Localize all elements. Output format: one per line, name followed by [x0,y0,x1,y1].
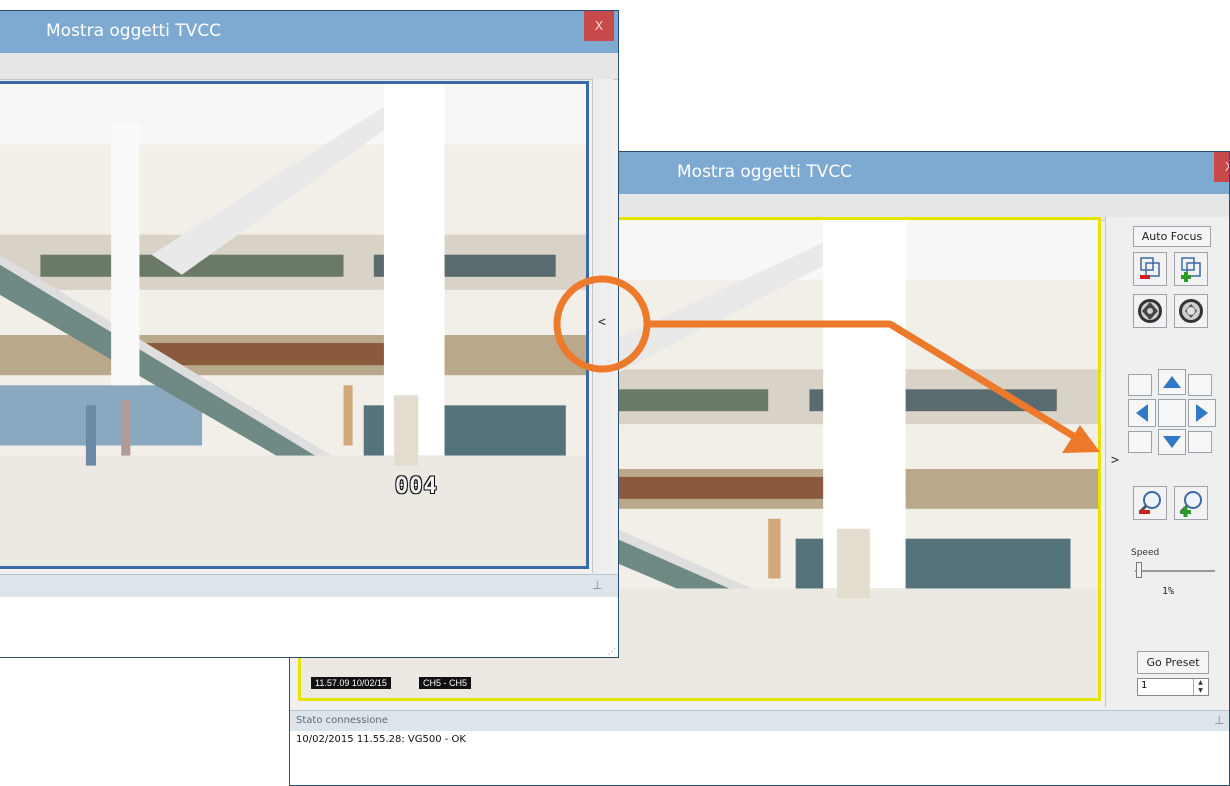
focus-in-button[interactable] [1174,252,1208,286]
iris-close-icon [1138,299,1162,323]
panel-toggle-strip[interactable]: > [1105,217,1126,707]
pin-icon[interactable]: ⊥ [592,578,602,592]
toolstrip [0,53,618,80]
ptz-down-left-button[interactable] [1128,431,1152,453]
ptz-right-button[interactable] [1188,399,1216,427]
speed-slider-thumb[interactable] [1135,562,1142,578]
panel-toggle-strip[interactable]: < [592,79,613,573]
window-title: Mostra oggetti TVCC [677,162,853,182]
speed-slider[interactable] [1135,562,1215,580]
iris-open-icon [1179,299,1203,323]
arrow-up-icon [1163,376,1181,388]
status-panel-header: Stato connessione ⊥ [290,710,1229,731]
close-button[interactable]: X [1214,152,1229,182]
ptz-down-button[interactable] [1158,429,1186,455]
log-line: 10/02/2015 11.55.28: VG500 - OK [296,734,466,745]
camera-number-overlay: 004 [395,474,438,499]
collapse-panel-toggle[interactable]: < [598,315,606,330]
go-preset-button[interactable]: Go Preset [1137,651,1209,674]
ptz-left-button[interactable] [1128,399,1156,427]
osd-channel: CH5 - CH5 [419,677,472,689]
status-panel-header: ⊥ [0,574,618,597]
focus-out-button[interactable] [1133,252,1167,286]
auto-focus-button[interactable]: Auto Focus [1133,226,1211,247]
ptz-up-button[interactable] [1158,369,1186,395]
arrow-down-icon [1163,436,1181,448]
video-feed[interactable]: 004 [0,81,589,569]
spinner-arrows-icon[interactable]: ▲ ▼ [1193,679,1207,695]
window-title: Mostra oggetti TVCC [46,21,222,41]
cctv-window-video: Mostra oggetti TVCC X 004 < ⊥ ⋰ [0,10,619,658]
iris-close-button[interactable] [1133,294,1167,328]
ptz-up-right-button[interactable] [1188,374,1212,396]
preset-value: 1 [1141,680,1148,691]
focus-out-icon [1140,257,1160,279]
speed-label: Speed [1131,548,1160,558]
preset-spinner[interactable]: 1 ▲ ▼ [1137,678,1209,696]
connection-log [0,597,618,657]
osd-timestamp: 11.57.09 10/02/15 [311,677,391,689]
ptz-down-right-button[interactable] [1188,431,1212,453]
title-bar[interactable]: Mostra oggetti TVCC X [0,11,618,53]
status-panel-title: Stato connessione [296,715,388,726]
arrow-right-icon [1196,404,1208,422]
ptz-up-left-button[interactable] [1128,374,1152,396]
arrow-left-icon [1136,404,1148,422]
expand-panel-toggle[interactable]: > [1111,453,1119,468]
zoom-out-button[interactable] [1133,486,1167,520]
pin-icon[interactable]: ⊥ [1214,713,1224,727]
ptz-panel: Auto Focus Speed 1% Go Preset 1 ▲ ▼ [1126,217,1229,707]
close-button[interactable]: X [584,11,614,41]
speed-value: 1% [1162,586,1175,597]
ptz-center[interactable] [1158,399,1186,427]
zoom-out-icon [1139,491,1161,514]
iris-open-button[interactable] [1174,294,1208,328]
zoom-in-button[interactable] [1174,486,1208,520]
focus-in-icon [1181,257,1201,282]
speed-slider-track [1135,570,1215,572]
resize-grip-icon[interactable]: ⋰ [608,647,616,656]
zoom-in-icon [1180,491,1202,517]
connection-log: 10/02/2015 11.55.28: VG500 - OK [290,731,1229,785]
